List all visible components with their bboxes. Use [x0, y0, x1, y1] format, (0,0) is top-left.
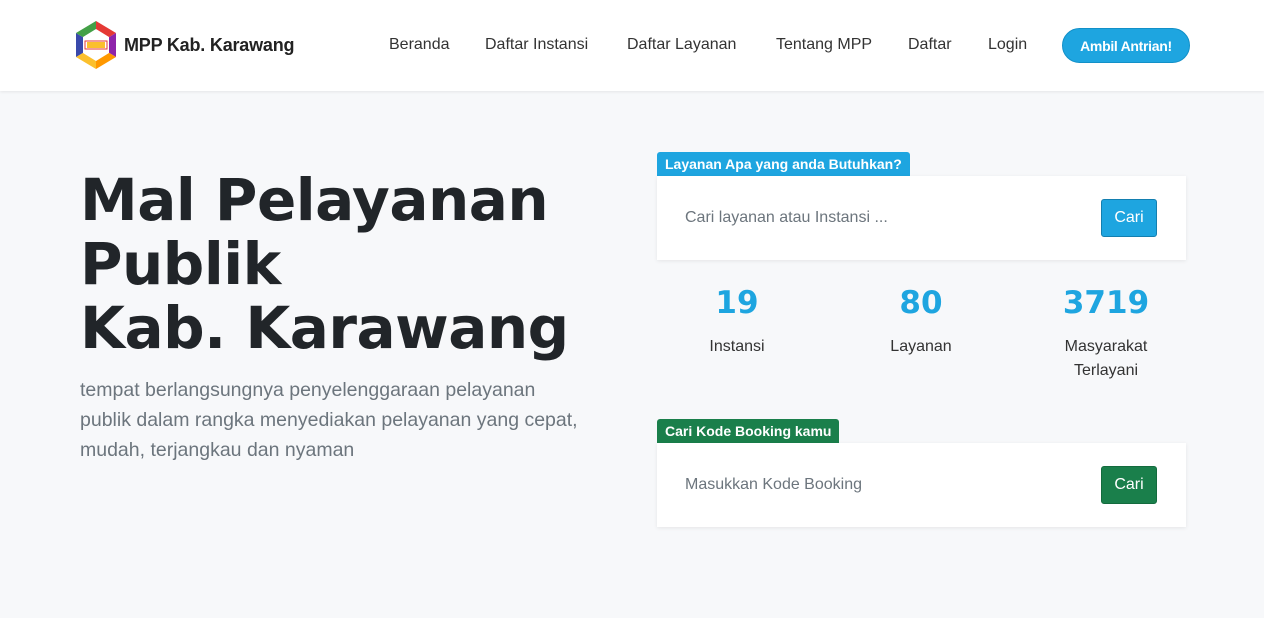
booking-tag: Cari Kode Booking kamu [657, 419, 840, 443]
search-button[interactable]: Cari [1101, 199, 1157, 237]
stat-number: 19 [715, 285, 759, 321]
nav-login[interactable]: Login [988, 34, 1033, 56]
hero-title-line-3: Kab. Karawang [80, 294, 569, 362]
hero-subtitle: tempat berlangsungnya penyelenggaraan pe… [80, 379, 578, 461]
hero-title-line-2: Publik [80, 230, 281, 298]
booking-search-button[interactable]: Cari [1101, 466, 1157, 504]
brand-name: MPP Kab. Karawang [124, 34, 295, 55]
search-input[interactable] [685, 200, 1085, 236]
booking-card: Cari [657, 443, 1186, 527]
stat-label: Layanan [890, 338, 952, 355]
stat-number: 80 [899, 285, 943, 321]
nav-daftar[interactable]: Daftar [908, 34, 988, 56]
hero-title-line-1: Mal Pelayanan [80, 166, 549, 234]
main-nav: Beranda Daftar Instansi Daftar Layanan T… [389, 34, 1033, 56]
nav-tentang-mpp[interactable]: Tentang MPP [776, 34, 908, 56]
stat-layanan: 80 Layanan [831, 284, 1011, 359]
stat-label: Instansi [709, 338, 765, 355]
stat-label: Masyarakat Terlayani [1064, 338, 1148, 379]
ambil-antrian-button[interactable]: Ambil Antrian! [1062, 28, 1190, 63]
nav-beranda[interactable]: Beranda [389, 34, 485, 56]
nav-daftar-instansi[interactable]: Daftar Instansi [485, 34, 627, 56]
brand-link[interactable]: MPP Kab. Karawang [74, 20, 295, 70]
stat-masyarakat-terlayani: 3719 Masyarakat Terlayani [1016, 284, 1196, 383]
search-tag: Layanan Apa yang anda Butuhkan? [657, 152, 910, 176]
hero-title: Mal Pelayanan Publik Kab. Karawang [80, 168, 600, 360]
mpp-logo-icon [76, 21, 116, 69]
navbar: MPP Kab. Karawang Beranda Daftar Instans… [0, 0, 1264, 91]
nav-daftar-layanan[interactable]: Daftar Layanan [627, 34, 776, 56]
stat-instansi: 19 Instansi [647, 284, 827, 359]
booking-code-input[interactable] [685, 467, 1085, 503]
search-card: Cari [657, 176, 1186, 260]
stat-number: 3719 [1062, 285, 1150, 321]
